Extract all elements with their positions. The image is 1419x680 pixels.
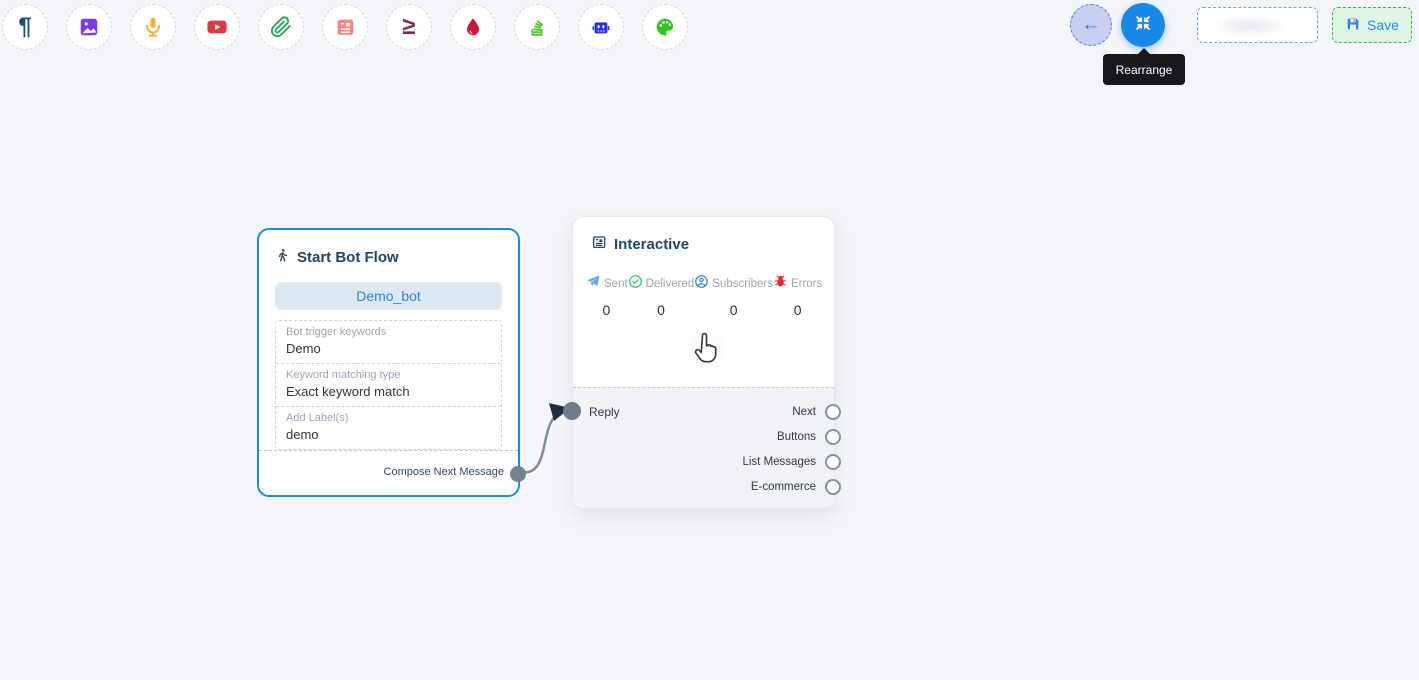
newspaper-icon [334, 16, 356, 38]
stat-subscribers: Subscribers 0 [694, 274, 773, 318]
toolbar-theme-button[interactable] [642, 4, 688, 50]
toolbar-condition-button[interactable]: ≥ [386, 4, 432, 50]
toolbar-video-button[interactable] [194, 4, 240, 50]
bot-name-button[interactable]: Demo_bot [275, 282, 502, 310]
toolbar-text-button[interactable]: ¶ [2, 4, 48, 50]
interactive-node-header: Interactive [591, 234, 816, 254]
hand-cursor-icon [684, 324, 728, 374]
stat-errors: Errors 0 [773, 274, 822, 318]
stat-value: 0 [730, 302, 738, 318]
palette-icon [654, 16, 676, 38]
start-node-title: Start Bot Flow [297, 249, 399, 266]
compress-arrows-icon [1132, 12, 1154, 39]
greater-equal-icon: ≥ [402, 15, 415, 39]
field-value: demo [286, 427, 491, 442]
stat-label: Subscribers [712, 278, 773, 290]
flow-title-field[interactable] [1197, 7, 1318, 43]
output-label: List Messages [742, 456, 816, 468]
newspaper-icon [591, 234, 607, 254]
compose-next-message-label: Compose Next Message [384, 466, 504, 478]
stat-value: 0 [602, 302, 610, 318]
stat-value: 0 [657, 302, 665, 318]
field-add-labels[interactable]: Add Label(s) demo [276, 406, 501, 449]
toolbar-sequence-button[interactable] [514, 4, 560, 50]
list-messages-output-handle[interactable] [825, 454, 841, 470]
rearrange-button[interactable] [1121, 3, 1165, 47]
check-circle-icon [628, 274, 643, 294]
field-label: Keyword matching type [286, 369, 491, 381]
compose-output-handle[interactable] [510, 466, 526, 482]
output-buttons: Buttons [777, 429, 841, 445]
floppy-disk-icon [1345, 16, 1361, 35]
output-label: Next [792, 406, 816, 418]
field-trigger-keywords[interactable]: Bot trigger keywords Demo [276, 321, 501, 363]
stats-row: Sent 0 Delivered 0 Subscribers 0 Errors … [573, 274, 834, 318]
stat-label: Errors [791, 278, 822, 290]
reply-input-handle[interactable] [563, 402, 581, 420]
pilcrow-icon: ¶ [18, 15, 31, 39]
node-footer-divider [259, 450, 518, 451]
walking-person-icon [275, 247, 290, 268]
stat-label: Delivered [646, 278, 695, 290]
toolbar-drip-button[interactable] [450, 4, 496, 50]
paper-plane-icon [585, 274, 601, 294]
field-value: Demo [286, 341, 491, 356]
bug-icon [773, 274, 788, 294]
start-bot-flow-node[interactable]: Start Bot Flow Demo_bot Bot trigger keyw… [257, 228, 520, 497]
stat-delivered: Delivered 0 [628, 274, 695, 318]
field-matching-type[interactable]: Keyword matching type Exact keyword matc… [276, 363, 501, 406]
interactive-node-title: Interactive [614, 236, 689, 253]
output-list-messages: List Messages [742, 454, 841, 470]
trigger-settings-box[interactable]: Bot trigger keywords Demo Keyword matchi… [275, 320, 502, 450]
output-label: Buttons [777, 431, 816, 443]
rearrange-tooltip-text: Rearrange [1116, 63, 1173, 77]
output-ecommerce: E-commerce [751, 479, 841, 495]
toolbar-audio-button[interactable] [130, 4, 176, 50]
toolbar-bot-button[interactable] [578, 4, 624, 50]
microphone-icon [142, 16, 164, 38]
image-icon [78, 16, 100, 38]
start-node-header: Start Bot Flow [275, 247, 502, 268]
rearrange-tooltip: Rearrange [1103, 54, 1185, 85]
field-label: Add Label(s) [286, 412, 491, 424]
stat-label: Sent [604, 278, 628, 290]
robot-icon [590, 16, 612, 38]
field-value: Exact keyword match [286, 384, 491, 399]
save-label: Save [1367, 17, 1399, 33]
output-label: E-commerce [751, 481, 816, 493]
back-arrow-icon: ← [1082, 14, 1101, 36]
next-output-handle[interactable] [825, 404, 841, 420]
stat-sent: Sent 0 [585, 274, 628, 318]
toolbar-image-button[interactable] [66, 4, 112, 50]
bot-name-label: Demo_bot [356, 288, 421, 304]
toolbar-file-button[interactable] [258, 4, 304, 50]
reply-input-label: Reply [589, 405, 620, 419]
youtube-icon [206, 16, 228, 38]
output-next: Next [792, 404, 841, 420]
toolbar-card-button[interactable] [322, 4, 368, 50]
buttons-output-handle[interactable] [825, 429, 841, 445]
back-button[interactable]: ← [1070, 4, 1112, 46]
save-button[interactable]: Save [1332, 7, 1412, 43]
field-label: Bot trigger keywords [286, 326, 491, 338]
stat-value: 0 [794, 302, 802, 318]
paperclip-icon [270, 16, 292, 38]
stack-icon [526, 16, 548, 38]
subscriber-icon [694, 274, 709, 294]
droplet-icon [462, 16, 484, 38]
ecommerce-output-handle[interactable] [825, 479, 841, 495]
